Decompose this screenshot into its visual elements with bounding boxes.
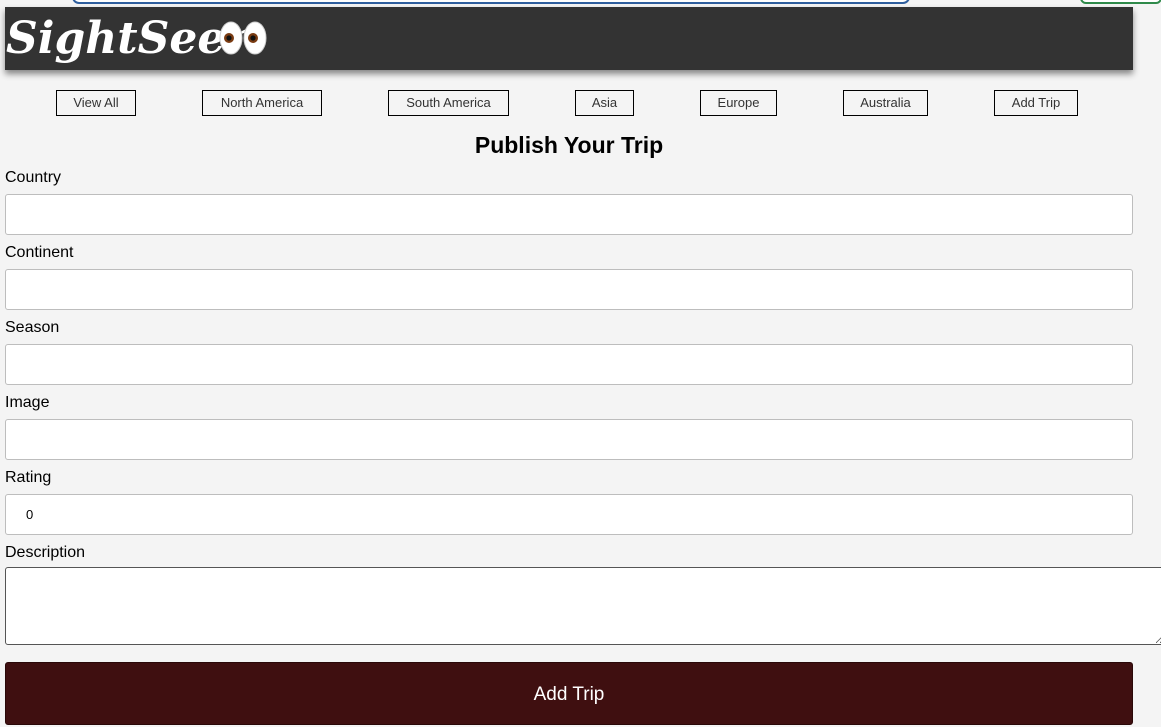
continent-field[interactable] (5, 269, 1133, 310)
brand-logo[interactable]: SightSeer (6, 12, 249, 66)
image-field[interactable] (5, 419, 1133, 460)
continent-nav: View All North America South America Asi… (0, 90, 1161, 116)
continent-label: Continent (5, 244, 74, 261)
address-bar[interactable] (72, 0, 910, 4)
eyes-emoji-icon (219, 21, 267, 55)
nav-view-all-button[interactable]: View All (56, 90, 136, 116)
nav-asia-button[interactable]: Asia (575, 90, 634, 116)
browser-action-button[interactable] (1080, 0, 1161, 4)
country-label: Country (5, 169, 62, 186)
rating-label: Rating (5, 469, 52, 486)
nav-south-america-button[interactable]: South America (388, 90, 509, 116)
description-field[interactable] (5, 567, 1161, 645)
description-label: Description (5, 544, 86, 561)
season-label: Season (5, 319, 60, 336)
nav-australia-button[interactable]: Australia (843, 90, 928, 116)
rating-field[interactable] (5, 494, 1133, 535)
image-label: Image (5, 394, 50, 411)
season-field[interactable] (5, 344, 1133, 385)
country-field[interactable] (5, 194, 1133, 235)
browser-top-strip (0, 0, 1161, 7)
add-trip-submit-button[interactable]: Add Trip (5, 662, 1133, 725)
nav-north-america-button[interactable]: North America (202, 90, 322, 116)
site-header: SightSeer (5, 7, 1133, 70)
nav-add-trip-button[interactable]: Add Trip (994, 90, 1078, 116)
nav-europe-button[interactable]: Europe (700, 90, 777, 116)
page-title: Publish Your Trip (474, 132, 664, 158)
